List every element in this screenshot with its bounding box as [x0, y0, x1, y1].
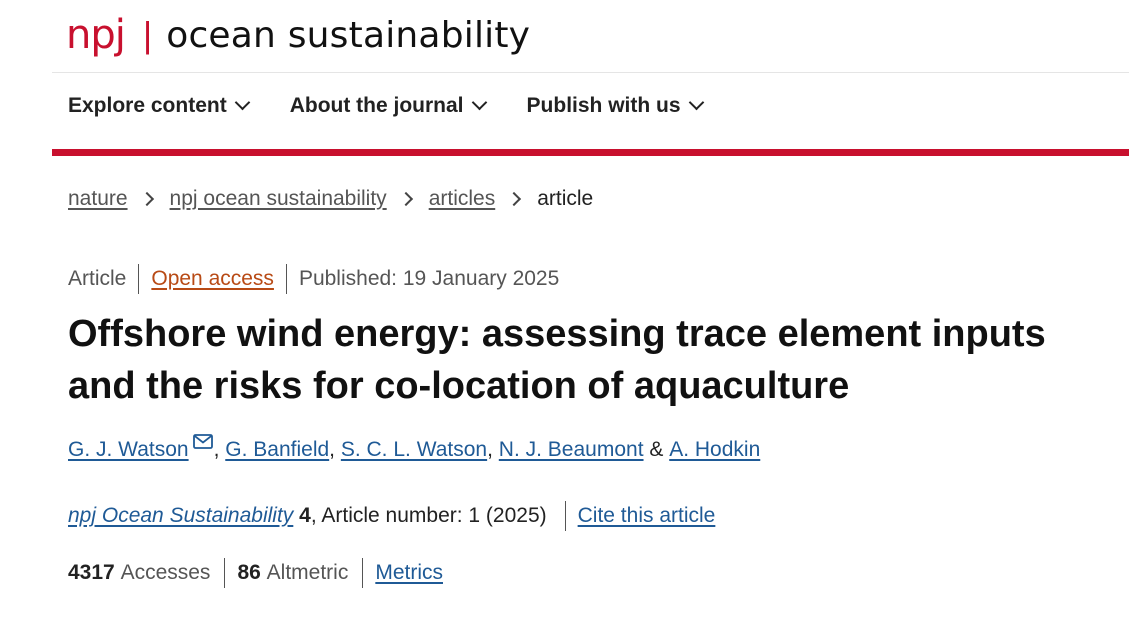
article-metrics: 4317 Accesses 86 Altmetric Metrics [68, 558, 443, 588]
author-separator: & [643, 438, 670, 461]
author-separator: , [329, 438, 341, 461]
citation-divider [564, 501, 566, 531]
nav-item-label: About the journal [289, 94, 464, 117]
metrics-divider [224, 558, 226, 588]
accesses-count: 4317 [68, 561, 115, 584]
breadcrumb-articles[interactable]: articles [429, 187, 496, 211]
chevron-down-icon [688, 94, 704, 111]
breadcrumb-current: article [537, 187, 594, 210]
author-separator: , [213, 438, 226, 461]
metrics-link[interactable]: Metrics [375, 561, 443, 585]
breadcrumb: nature npj ocean sustainability articles… [68, 187, 593, 211]
nav-item-label: Explore content [68, 94, 227, 117]
author-link[interactable]: A. Hodkin [669, 438, 760, 462]
accesses-label: Accesses [120, 561, 211, 584]
article-meta: Article Open access Published: 19 Januar… [68, 264, 559, 294]
article-type: Article [68, 267, 127, 290]
journal-link[interactable]: npj Ocean Sustainability [68, 504, 293, 528]
nav-item-label: Publish with us [526, 94, 681, 117]
author-link[interactable]: N. J. Beaumont [499, 438, 644, 462]
chevron-right-icon [398, 191, 413, 207]
logo-separator: | [142, 14, 153, 55]
article-title: Offshore wind energy: assessing trace el… [68, 313, 1046, 407]
chevron-right-icon [507, 191, 522, 207]
published-date: Published: 19 January 2025 [298, 267, 560, 290]
header-divider [52, 72, 1129, 73]
nav-publish-with-us[interactable]: Publish with us [526, 94, 704, 118]
chevron-down-icon [234, 94, 250, 111]
volume-number: 4 [299, 504, 311, 527]
nav-explore-content[interactable]: Explore content [68, 94, 250, 118]
breadcrumb-nature[interactable]: nature [68, 187, 128, 211]
author-list: G. J. Watson, G. Banfield, S. C. L. Wats… [68, 434, 760, 462]
nav-about-journal[interactable]: About the journal [289, 94, 487, 118]
author-link[interactable]: G. Banfield [225, 438, 329, 462]
altmetric-label: Altmetric [266, 561, 349, 584]
cite-this-article-link[interactable]: Cite this article [578, 504, 716, 528]
author-link[interactable]: G. J. Watson [68, 438, 189, 462]
article-number: , Article number: 1 (2025) [310, 504, 547, 527]
author-separator: , [487, 438, 499, 461]
journal-name: ocean sustainability [166, 14, 531, 56]
meta-divider [285, 264, 287, 294]
chevron-down-icon [471, 94, 487, 111]
chevron-right-icon [139, 191, 154, 207]
meta-divider [138, 264, 140, 294]
nav-accent-bar [52, 149, 1129, 156]
npj-logo: npj [66, 12, 126, 58]
breadcrumb-journal[interactable]: npj ocean sustainability [170, 187, 387, 211]
citation-line: npj Ocean Sustainability 4, Article numb… [68, 501, 715, 531]
metrics-divider [362, 558, 364, 588]
main-nav: Explore content About the journal Publis… [68, 94, 744, 118]
altmetric-score: 86 [237, 561, 261, 584]
author-link[interactable]: S. C. L. Watson [341, 438, 487, 462]
mail-icon[interactable] [192, 431, 213, 455]
open-access-link[interactable]: Open access [151, 267, 274, 291]
journal-logo[interactable]: npj | ocean sustainability [66, 12, 530, 58]
